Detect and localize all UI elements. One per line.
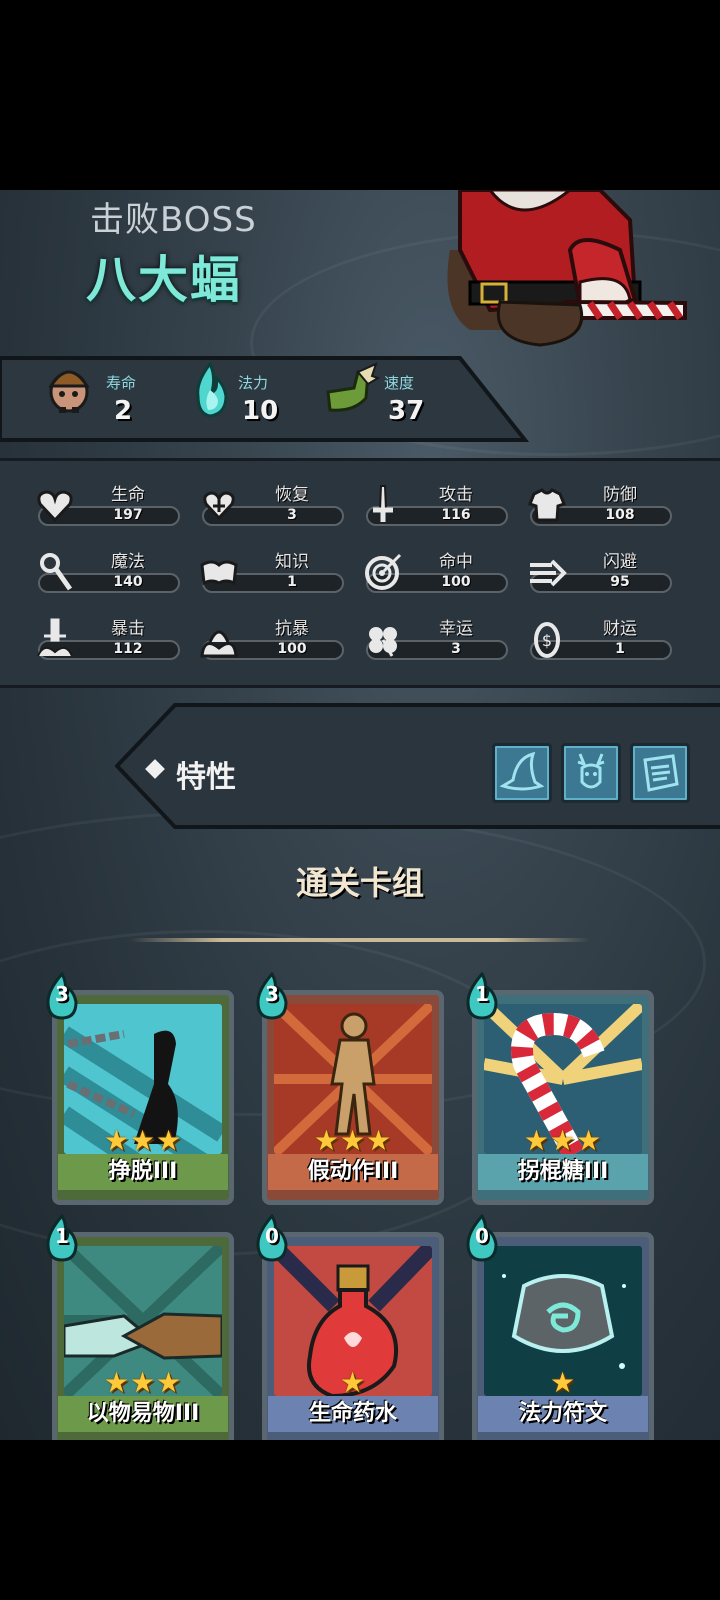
stat-label: 恢复 [275,485,309,505]
top-black-bar [0,0,720,190]
stat-label: 财运 [603,619,637,639]
deck-title: 通关卡组 [295,864,424,902]
card-cost: 0 [265,1224,279,1248]
dash-arrow-icon [530,559,567,587]
armor-icon [528,488,566,522]
stat-label: 暴击 [111,619,145,639]
stat-value: 1 [287,574,297,590]
stat-label: 命中 [439,552,473,572]
stat-label: 知识 [275,552,309,572]
stat-value: 95 [610,574,630,590]
stat-heart: 生命 197 [34,484,184,534]
sword-icon [373,485,393,522]
stat-staff: 魔法 140 [34,551,184,601]
stat-armor: 防御 108 [526,484,676,534]
stat-value: 3 [287,507,297,523]
boss-name: 八大蝠 [86,251,242,309]
card-stars: ★★★ [523,1124,603,1157]
svg-text:$: $ [542,631,552,650]
resource-label: 法力 [238,374,269,392]
card-stars: ★★★ [103,1124,183,1157]
stat-label: 防御 [603,485,637,505]
stat-value: 197 [113,507,143,523]
resource-label: 寿命 [106,374,137,392]
stat-sword: 攻击 116 [362,484,512,534]
stat-value: 1 [615,641,625,657]
stat-coin: $ 财运 1 [526,618,676,668]
trait-reindeer[interactable] [561,743,621,803]
stat-heal-heart: 恢复 3 [198,484,348,534]
card-stars: ★★★ [103,1366,183,1399]
stat-crit-sword: 暴击 112 [34,618,184,668]
clover-icon [369,627,397,657]
stat-value: 100 [277,641,307,657]
stat-value: 140 [113,574,143,590]
deck-card[interactable]: ★★★ 挣脱III 3 [46,972,234,1205]
stat-shield-burst: 抗暴 100 [198,618,348,668]
stat-value: 108 [605,507,635,523]
resource-speed [324,362,381,422]
stat-label: 抗暴 [275,619,309,639]
resource-lifespan [46,362,92,418]
stat-label: 攻击 [439,485,473,505]
card-cost: 3 [55,982,69,1006]
coin-icon: $ [534,622,560,658]
card-stars: ★ [339,1366,367,1399]
resource-value: 10 [242,396,279,426]
resource-mana [188,361,232,422]
card-name: 法力符文 [478,1396,648,1432]
player-doll-icon [48,370,90,413]
stat-value: 112 [113,641,143,657]
stat-value: 3 [451,641,461,657]
stat-label: 闪避 [603,552,637,572]
card-cost: 1 [55,1224,69,1248]
deck-card[interactable]: ★★★ 以物易物III 1 [46,1214,234,1447]
card-name: 挣脱III [58,1154,228,1190]
staff-icon [40,553,73,591]
stat-book: 知识 1 [198,551,348,601]
crit-sword-icon [37,618,73,657]
heart-icon [37,490,73,523]
card-cost: 3 [265,982,279,1006]
stat-label: 幸运 [439,619,473,639]
book-icon [200,560,238,586]
stat-clover: 幸运 3 [362,618,512,668]
deck-card[interactable]: ★★★ 假动作III 3 [256,972,444,1205]
card-name: 生命药水 [268,1396,438,1432]
stat-dash-arrow: 闪避 95 [526,551,676,601]
stat-value: 100 [441,574,471,590]
boss-santa-portrait [447,190,687,347]
stat-label: 魔法 [111,552,145,572]
reindeer-icon [577,753,605,789]
stat-value: 116 [441,507,471,523]
traits-label: 特性 [176,760,236,795]
deck-card[interactable]: ★ 生命药水 0 [256,1214,444,1447]
card-name: 拐棍糖III [478,1154,648,1190]
witch-hat-icon [499,751,545,791]
heal-heart-icon [203,491,235,521]
stat-target: 命中 100 [362,551,512,601]
stat-label: 生命 [111,485,145,505]
shield-burst-icon [200,630,238,658]
resource-value: 2 [114,396,133,426]
trait-witch-hat[interactable] [492,743,552,803]
resource-label: 速度 [384,374,415,392]
mana-flame-icon [196,361,228,418]
winged-boot-icon [326,362,381,412]
card-name: 以物易物III [58,1396,228,1432]
defeat-boss-label: 击败BOSS [90,200,257,240]
card-name: 假动作III [268,1154,438,1190]
deck-card[interactable]: ★★★ 拐棍糖III 1 [466,972,654,1205]
card-stars: ★ [549,1366,577,1399]
target-icon [365,553,402,590]
scroll-icon [643,754,679,792]
trait-scroll[interactable] [630,743,690,803]
bottom-black-bar [0,1440,720,1600]
deck-divider [130,938,590,942]
card-stars: ★★★ [313,1124,393,1157]
deck-card[interactable]: ★ 法力符文 0 [466,1214,654,1447]
card-cost: 1 [475,982,489,1006]
card-cost: 0 [475,1224,489,1248]
resource-value: 37 [388,396,425,426]
